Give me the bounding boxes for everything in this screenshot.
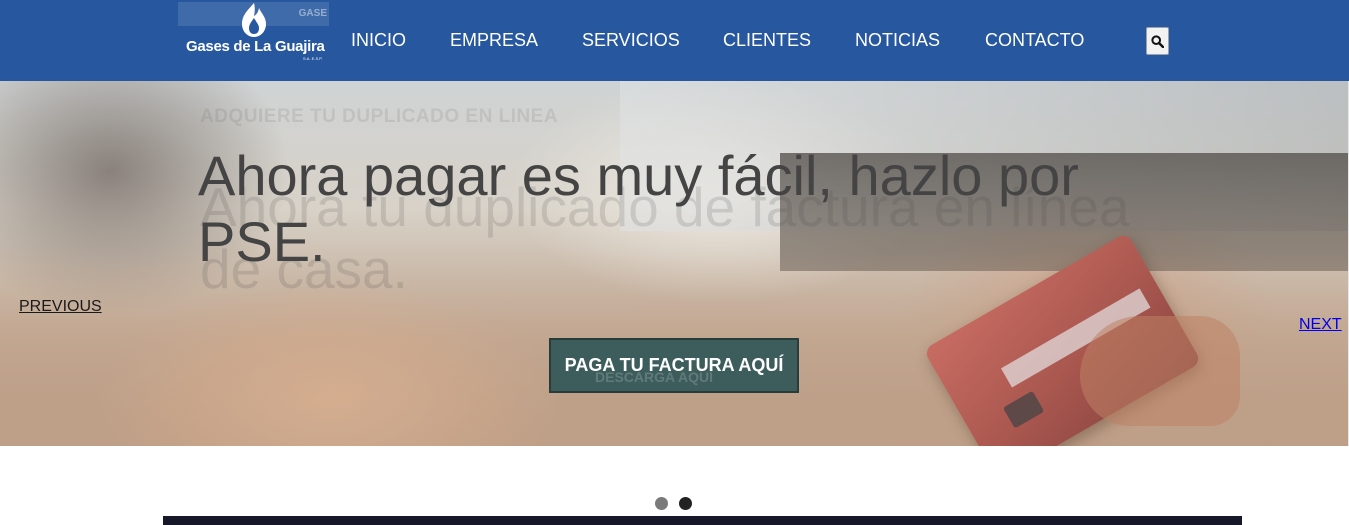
logo-ghost-text: GASE	[298, 8, 327, 19]
flame-icon	[242, 3, 266, 37]
logo-subtext: S.A. E.S.P.	[303, 56, 323, 61]
previous-slide-kicker: ADQUIERE TU DUPLICADO EN LINEA	[200, 106, 559, 127]
nav-item-empresa[interactable]: EMPRESA	[450, 30, 538, 51]
carousel-previous-link[interactable]: PREVIOUS	[19, 298, 102, 316]
carousel-next-link[interactable]: NEXT	[1299, 316, 1342, 334]
nav-item-servicios[interactable]: SERVICIOS	[582, 30, 680, 51]
nav-item-inicio[interactable]: INICIO	[351, 30, 406, 51]
hero-title: Ahora pagar es muy fácil, hazlo por PSE.	[198, 144, 1079, 273]
carousel-dot-2-active[interactable]	[679, 497, 692, 510]
nav-item-contacto[interactable]: CONTACTO	[985, 30, 1084, 51]
site-header: GASE Gases de La Guajira S.A. E.S.P. INI…	[0, 0, 1349, 81]
company-logo[interactable]: GASE Gases de La Guajira S.A. E.S.P.	[178, 2, 330, 66]
logo-text: Gases de La Guajira	[186, 38, 325, 55]
search-button[interactable]	[1146, 27, 1169, 55]
nav-item-noticias[interactable]: NOTICIAS	[855, 30, 940, 51]
nav-item-clientes[interactable]: CLIENTES	[723, 30, 811, 51]
search-icon	[1151, 34, 1164, 48]
card-chip	[1002, 390, 1045, 429]
carousel-dot-1[interactable]	[655, 497, 668, 510]
hero-carousel: ADQUIERE TU DUPLICADO EN LINEA Ahora tu …	[0, 81, 1349, 446]
previous-slide-cta: DESCARGA AQUÍ	[595, 369, 713, 385]
content-section-top-bar	[163, 516, 1242, 525]
hand-image	[1080, 316, 1240, 426]
